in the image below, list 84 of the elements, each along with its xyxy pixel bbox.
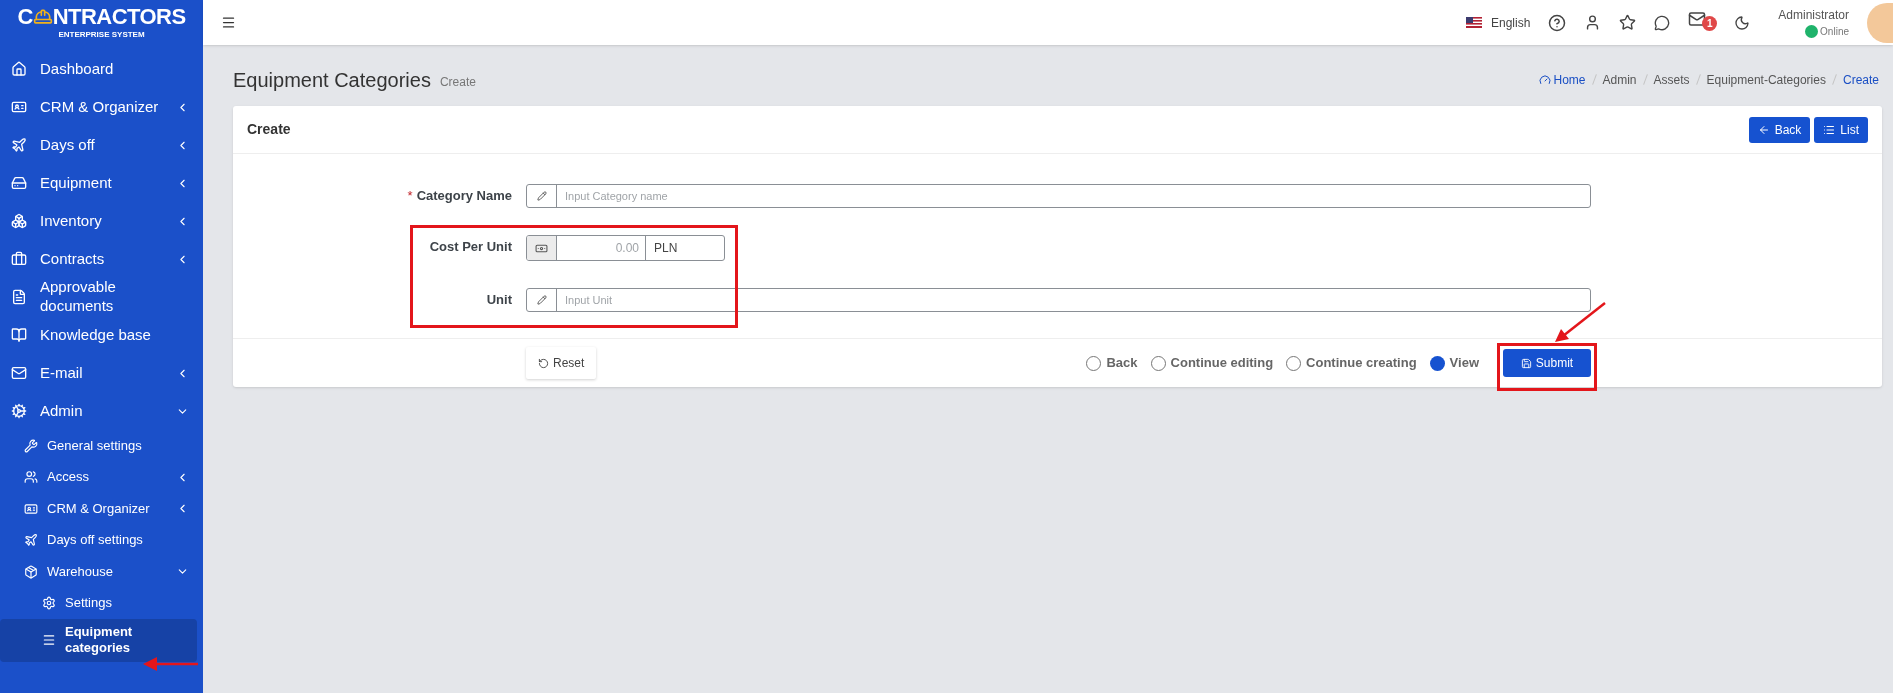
annotation-arrow (143, 657, 198, 671)
helmet-icon (32, 7, 53, 27)
radio-option[interactable]: Back (1086, 353, 1138, 373)
language-selector[interactable]: English (1490, 13, 1531, 32)
sidebar-item[interactable]: Contracts (0, 240, 203, 278)
logo: C NTRACTORS (17, 6, 186, 28)
cost-input-group[interactable]: 0.00 PLN (526, 235, 725, 261)
boxes-icon (11, 213, 27, 229)
back-button[interactable]: Back (1748, 116, 1811, 143)
breadcrumb-link[interactable]: Create (1842, 70, 1879, 89)
submit-button[interactable]: Submit (1503, 349, 1591, 377)
users-icon (24, 470, 38, 485)
sidebar-item[interactable]: Days off settings (0, 524, 203, 556)
sidebar-item[interactable]: Admin (0, 392, 203, 430)
breadcrumb-item: Admin (1602, 71, 1637, 89)
radio-option[interactable]: Continue creating (1286, 353, 1417, 373)
sidebar-item[interactable]: CRM & Organizer (0, 493, 203, 525)
sidebar-item[interactable]: Days off (0, 126, 203, 164)
pencil-icon (536, 295, 547, 305)
list-icon (1823, 123, 1836, 136)
radio-button[interactable] (1086, 355, 1102, 371)
radio-button[interactable] (1429, 355, 1445, 371)
radio-button[interactable] (1286, 355, 1302, 371)
radio-option[interactable]: View (1429, 353, 1479, 373)
notification-badge: 1 (1702, 15, 1718, 31)
flag-icon (1465, 17, 1482, 28)
field-label: Category Name (416, 187, 512, 205)
currency-addon: PLN (645, 236, 724, 260)
gears-icon (11, 403, 27, 419)
dark-mode-icon[interactable] (1734, 14, 1751, 31)
page-title: Equipment Categories (233, 67, 431, 93)
menu-icon (42, 633, 56, 648)
breadcrumb-link[interactable]: Home (1538, 70, 1586, 89)
pencil-icon (536, 191, 547, 201)
reset-icon (538, 357, 549, 369)
star-icon[interactable] (1619, 14, 1637, 31)
field-label: Cost Per Unit (429, 238, 512, 256)
sidebar-item[interactable]: Equipment (0, 164, 203, 202)
sidebar-item[interactable]: Knowledge base (0, 316, 203, 354)
wrench-icon (24, 438, 38, 453)
annotation-arrow (1553, 301, 1607, 344)
plane-icon (11, 137, 27, 153)
required-marker: * (407, 187, 413, 205)
envelope-icon (11, 365, 27, 381)
sidebar-item[interactable]: Approvable documents (0, 278, 203, 316)
id-card-icon (24, 501, 38, 516)
plane-icon (24, 533, 38, 548)
chat-icon[interactable] (1654, 14, 1671, 31)
sidebar-item[interactable]: Settings (0, 587, 203, 619)
radio-button[interactable] (1150, 355, 1166, 371)
settings-icon (42, 596, 56, 611)
dashboard-icon (1538, 73, 1551, 86)
card-title: Create (247, 120, 291, 139)
user-name: Administrator (1778, 7, 1849, 24)
mail-icon[interactable] (1688, 9, 1707, 28)
page-subtitle: Create (439, 73, 476, 91)
menu-icon[interactable] (221, 15, 236, 30)
logo-subtitle: ENTERPRISE SYSTEM (58, 29, 145, 41)
help-icon[interactable] (1548, 13, 1567, 32)
sidebar-item[interactable]: CRM & Organizer (0, 88, 203, 126)
drive-icon (11, 175, 27, 191)
radio-option[interactable]: Continue editing (1150, 353, 1274, 373)
reset-button[interactable]: Reset (526, 347, 597, 379)
sidebar-item[interactable]: Inventory (0, 202, 203, 240)
sidebar-item[interactable]: Access (0, 461, 203, 493)
sidebar-item[interactable]: Equipment categories (0, 619, 197, 662)
breadcrumb-item: Assets (1653, 71, 1690, 89)
user-status: Online (1820, 25, 1849, 39)
sidebar-item[interactable]: General settings (0, 430, 203, 462)
briefcase-icon (11, 251, 27, 267)
field-label: Unit (486, 291, 512, 309)
id-card-icon (11, 99, 27, 115)
book-icon (11, 327, 27, 343)
save-icon (1520, 357, 1532, 369)
breadcrumb-item: Equipment-Categories (1706, 71, 1826, 89)
cost-input[interactable]: 0.00 (557, 236, 645, 260)
box-icon (24, 564, 38, 579)
sidebar-item[interactable]: E-mail (0, 354, 203, 392)
list-button[interactable]: List (1814, 116, 1868, 143)
home-icon (11, 61, 27, 77)
sidebar-item[interactable]: Warehouse (0, 556, 203, 588)
arrow-left-icon (1757, 123, 1770, 136)
document-icon (11, 289, 27, 305)
sidebar-item[interactable]: Dashboard (0, 50, 203, 88)
